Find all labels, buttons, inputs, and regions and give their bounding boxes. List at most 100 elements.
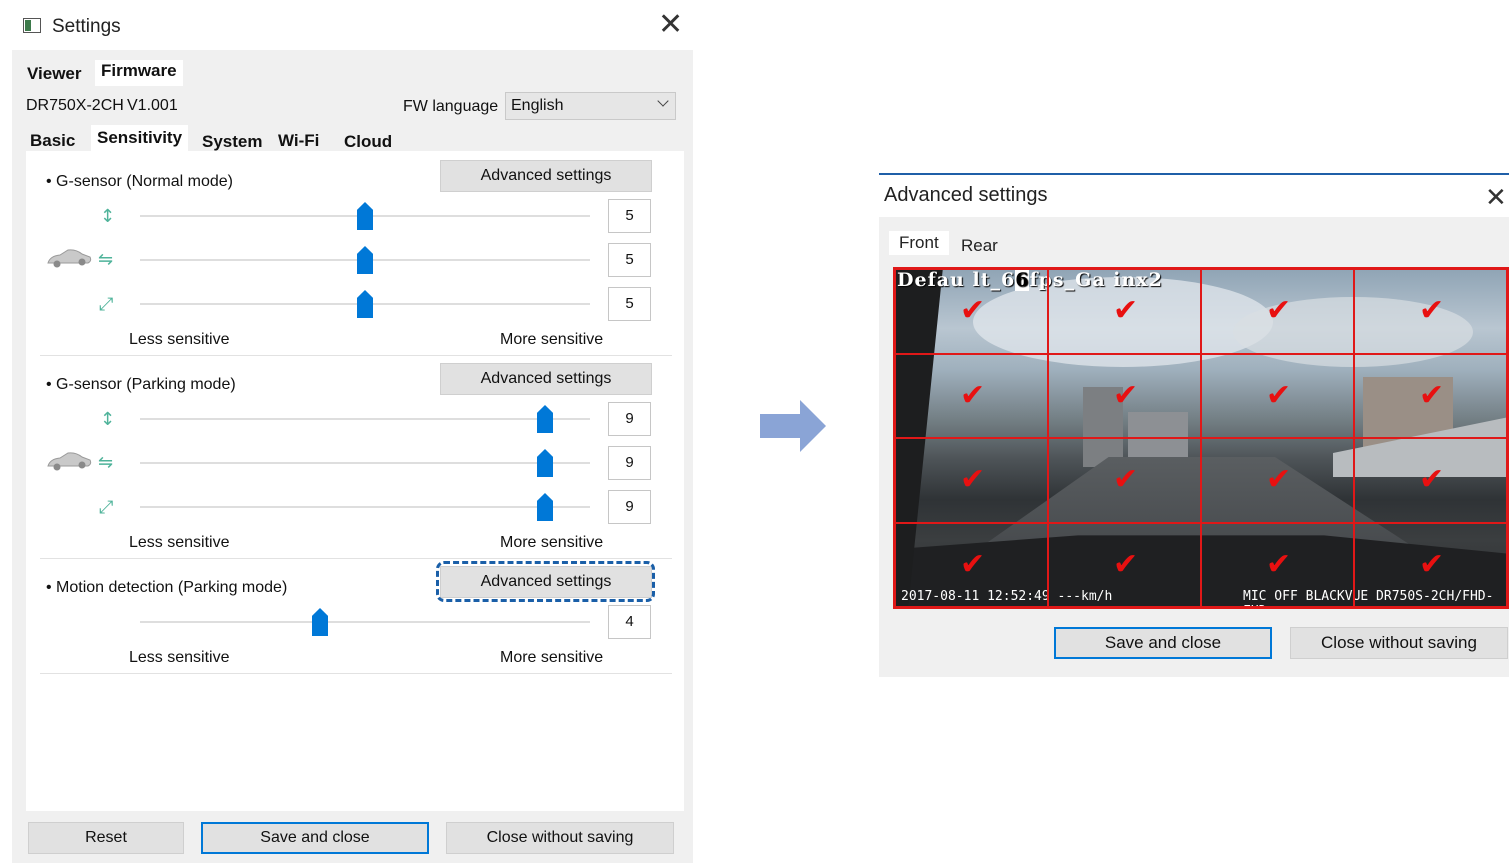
detection-zone-cell[interactable]: ✔	[1048, 269, 1201, 354]
advanced-client: Front Rear Defau lt_66fps_Ga inx2 2017-0…	[879, 217, 1509, 677]
advanced-settings-button-parking[interactable]: Advanced settings	[440, 363, 652, 395]
checkmark-icon: ✔	[960, 546, 986, 582]
less-sensitive-label: Less sensitive	[129, 331, 230, 348]
slider-handle[interactable]	[357, 202, 373, 230]
settings-window: Settings ✕ Viewer Firmware DR750X-2CH V1…	[12, 0, 693, 863]
section-divider	[40, 558, 672, 559]
detection-zone-cell[interactable]: ✔	[895, 353, 1048, 438]
checkmark-icon: ✔	[1266, 546, 1292, 582]
tab-viewer[interactable]: Viewer	[27, 64, 82, 84]
more-sensitive-label: More sensitive	[500, 331, 604, 348]
vertical-axis-icon: ↕	[100, 409, 116, 430]
fw-language-select[interactable]: English	[505, 92, 676, 120]
settings-client: Viewer Firmware DR750X-2CH V1.001 FW lan…	[12, 50, 693, 863]
detection-zone-cell[interactable]: ✔	[1048, 522, 1201, 607]
more-sensitive-label: More sensitive	[500, 534, 604, 551]
checkmark-icon: ✔	[1419, 293, 1445, 328]
tab-sensitivity[interactable]: Sensitivity	[91, 125, 189, 153]
detection-zone-cell[interactable]: ✔	[895, 522, 1048, 607]
checkmark-icon: ✔	[1113, 377, 1139, 413]
slider-handle[interactable]	[537, 405, 553, 433]
horizontal-axis-icon: ⇋	[98, 249, 114, 270]
more-sensitive-label: More sensitive	[500, 649, 604, 666]
advanced-settings-button-normal[interactable]: Advanced settings	[440, 160, 652, 192]
reset-button[interactable]: Reset	[28, 822, 184, 854]
detection-zone-cell[interactable]: ✔	[1354, 438, 1507, 523]
sensitivity-value[interactable]: 5	[608, 287, 651, 321]
section-title-parking: • G-sensor (Parking mode)	[46, 376, 236, 393]
checkmark-icon: ✔	[960, 377, 986, 413]
detection-zone-cell[interactable]: ✔	[1201, 522, 1354, 607]
slider-handle[interactable]	[312, 608, 328, 636]
save-and-close-button[interactable]: Save and close	[201, 822, 429, 854]
slider-track	[140, 418, 590, 420]
checkmark-icon: ✔	[1419, 546, 1445, 582]
horizontal-axis-icon: ⇋	[98, 452, 114, 473]
section-divider	[40, 355, 672, 356]
detection-zone-cell[interactable]: ✔	[1048, 353, 1201, 438]
car-icon	[47, 452, 92, 471]
vertical-axis-icon: ↕	[100, 206, 116, 227]
slider-handle[interactable]	[537, 493, 553, 521]
checkmark-icon: ✔	[1113, 293, 1139, 328]
detection-zone-cell[interactable]: ✔	[895, 438, 1048, 523]
save-and-close-button[interactable]: Save and close	[1054, 627, 1272, 659]
sensitivity-value[interactable]: 5	[608, 199, 651, 233]
checkmark-icon: ✔	[1266, 377, 1292, 413]
close-without-saving-button[interactable]: Close without saving	[446, 822, 674, 854]
tab-basic[interactable]: Basic	[30, 131, 75, 151]
sensitivity-value[interactable]: 4	[608, 605, 651, 639]
slider-handle[interactable]	[357, 246, 373, 274]
section-divider	[40, 673, 672, 674]
slider-track	[140, 621, 590, 623]
sensitivity-value[interactable]: 9	[608, 402, 651, 436]
highlight-callout	[436, 561, 655, 602]
app-icon	[23, 18, 41, 33]
detection-zone-cell[interactable]: ✔	[1201, 438, 1354, 523]
less-sensitive-label: Less sensitive	[129, 649, 230, 666]
firmware-version: V1.001	[127, 97, 178, 114]
detection-zone-cell[interactable]: ✔	[895, 269, 1048, 354]
section-title-normal: • G-sensor (Normal mode)	[46, 173, 233, 190]
checkmark-icon: ✔	[1419, 462, 1445, 497]
less-sensitive-label: Less sensitive	[129, 534, 230, 551]
close-icon[interactable]: ✕	[1485, 183, 1507, 213]
checkmark-icon: ✔	[1113, 462, 1139, 497]
tab-firmware[interactable]: Firmware	[95, 60, 183, 86]
slider-handle[interactable]	[537, 449, 553, 477]
tab-rear[interactable]: Rear	[961, 236, 998, 256]
model-name: DR750X-2CH	[26, 97, 124, 114]
tab-cloud[interactable]: Cloud	[344, 132, 392, 152]
close-icon[interactable]: ✕	[658, 10, 683, 40]
detection-zone-cell[interactable]: ✔	[1201, 353, 1354, 438]
sensitivity-value[interactable]: 5	[608, 243, 651, 277]
tab-wifi[interactable]: Wi-Fi	[278, 131, 319, 151]
checkmark-icon: ✔	[960, 462, 986, 497]
checkmark-icon: ✔	[1113, 546, 1139, 582]
checkmark-icon: ✔	[1266, 462, 1292, 497]
tab-front[interactable]: Front	[889, 231, 949, 255]
section-title-motion: • Motion detection (Parking mode)	[46, 579, 288, 596]
checkmark-icon: ✔	[1419, 377, 1445, 413]
checkmark-icon: ✔	[1266, 293, 1292, 328]
detection-zone-cell[interactable]: ✔	[1354, 269, 1507, 354]
window-title: Settings	[52, 16, 121, 37]
slider-track	[140, 462, 590, 464]
checkmark-icon: ✔	[960, 293, 986, 328]
detection-zone-cell[interactable]: ✔	[1201, 269, 1354, 354]
sensitivity-value[interactable]: 9	[608, 490, 651, 524]
slider-handle[interactable]	[357, 290, 373, 318]
detection-zone-grid: ✔ ✔ ✔ ✔ ✔ ✔ ✔ ✔ ✔ ✔ ✔ ✔ ✔ ✔ ✔ ✔	[893, 267, 1509, 609]
close-without-saving-button[interactable]: Close without saving	[1290, 627, 1508, 659]
diagonal-axis-icon: ⤢	[99, 497, 114, 518]
tab-system[interactable]: System	[202, 132, 262, 152]
sensitivity-value[interactable]: 9	[608, 446, 651, 480]
detection-zone-cell[interactable]: ✔	[1354, 353, 1507, 438]
detection-zone-cell[interactable]: ✔	[1354, 522, 1507, 607]
diagonal-axis-icon: ⤢	[99, 294, 114, 315]
car-icon	[47, 249, 92, 268]
right-arrow-icon	[760, 400, 826, 452]
title-bar: Settings ✕	[12, 0, 693, 50]
slider-track	[140, 506, 590, 508]
detection-zone-cell[interactable]: ✔	[1048, 438, 1201, 523]
